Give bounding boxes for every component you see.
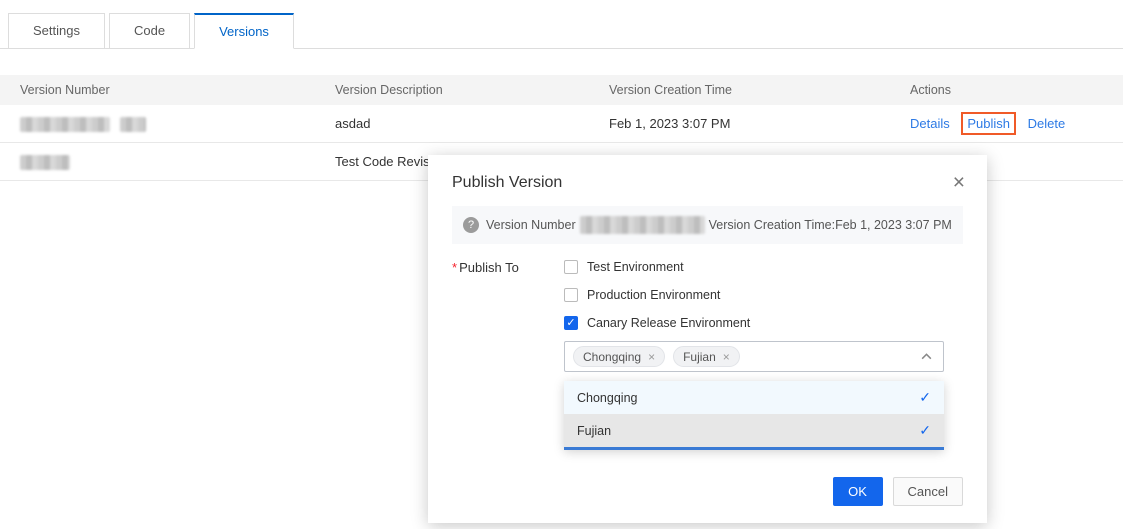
version-description: asdad [335,116,371,131]
publish-link[interactable]: Publish [967,116,1010,131]
close-icon[interactable]: × [953,172,965,193]
redacted-block [20,116,110,132]
region-dropdown: Chongqing ✓ Fujian ✓ [564,381,944,450]
tag-remove-icon[interactable]: × [648,350,655,364]
version-info-bar: ? Version Number Version Creation Time:F… [452,206,963,244]
tab-code[interactable]: Code [108,13,191,49]
modal-footer: OK Cancel [832,477,963,506]
option-label: Fujian [577,423,612,438]
tab-bar: Settings Code Versions [0,0,1123,49]
checkbox-icon[interactable] [564,260,578,274]
tag-label: Fujian [683,349,716,364]
publish-to-label: * Publish To [452,257,564,450]
help-icon: ? [463,217,479,233]
checkbox-label: Canary Release Environment [587,316,751,330]
version-creation-time: Feb 1, 2023 3:07 PM [609,116,731,131]
col-version-description: Version Description [335,83,443,97]
modal-title: Publish Version [452,173,563,191]
checkbox-icon[interactable] [564,288,578,302]
tab-settings[interactable]: Settings [8,13,105,49]
modal-header: Publish Version × [428,155,987,193]
checkbox-production-environment[interactable]: Production Environment [564,285,963,305]
version-number-redacted [20,153,335,170]
region-multiselect[interactable]: Chongqing × Fujian × [564,341,944,372]
checkbox-label: Production Environment [587,288,721,302]
publish-to-content: Test Environment Production Environment … [564,257,963,450]
required-marker: * [452,260,458,275]
col-version-creation-time: Version Creation Time [609,83,732,97]
checkbox-test-environment[interactable]: Test Environment [564,257,963,277]
option-fujian[interactable]: Fujian ✓ [564,414,944,447]
tab-versions[interactable]: Versions [194,13,294,49]
checkbox-canary-release-environment[interactable]: ✓ Canary Release Environment [564,313,963,333]
publish-to-label-text: Publish To [459,260,519,275]
row-actions: Details Publish Delete [910,112,1123,135]
chevron-up-icon[interactable] [920,350,933,363]
tag-remove-icon[interactable]: × [723,350,730,364]
option-label: Chongqing [577,390,638,405]
redacted-block [120,116,146,132]
delete-link[interactable]: Delete [1028,116,1066,131]
tag-fujian: Fujian × [673,346,740,367]
publish-form: * Publish To Test Environment Production … [428,244,987,450]
version-number-redacted [20,115,335,132]
creation-time-text: Version Creation Time:Feb 1, 2023 3:07 P… [708,218,952,232]
tag-chongqing: Chongqing × [573,346,666,367]
ok-button[interactable]: OK [832,477,883,506]
version-number-label: Version Number [486,218,576,232]
publish-highlight-box: Publish [961,112,1017,135]
version-number-redacted [579,216,705,234]
details-link[interactable]: Details [910,116,950,131]
col-version-number: Version Number [20,83,110,97]
table-row: asdad Feb 1, 2023 3:07 PM Details Publis… [0,105,1123,143]
check-icon: ✓ [919,389,931,405]
col-actions: Actions [910,83,951,97]
publish-version-modal: Publish Version × ? Version Number Versi… [428,155,987,523]
checkbox-label: Test Environment [587,260,684,274]
table-header: Version Number Version Description Versi… [0,75,1123,105]
check-icon: ✓ [919,422,931,438]
option-chongqing[interactable]: Chongqing ✓ [564,381,944,414]
redacted-block [20,154,70,170]
tag-label: Chongqing [583,349,642,364]
cancel-button[interactable]: Cancel [892,477,963,506]
checkbox-checked-icon[interactable]: ✓ [564,316,578,330]
